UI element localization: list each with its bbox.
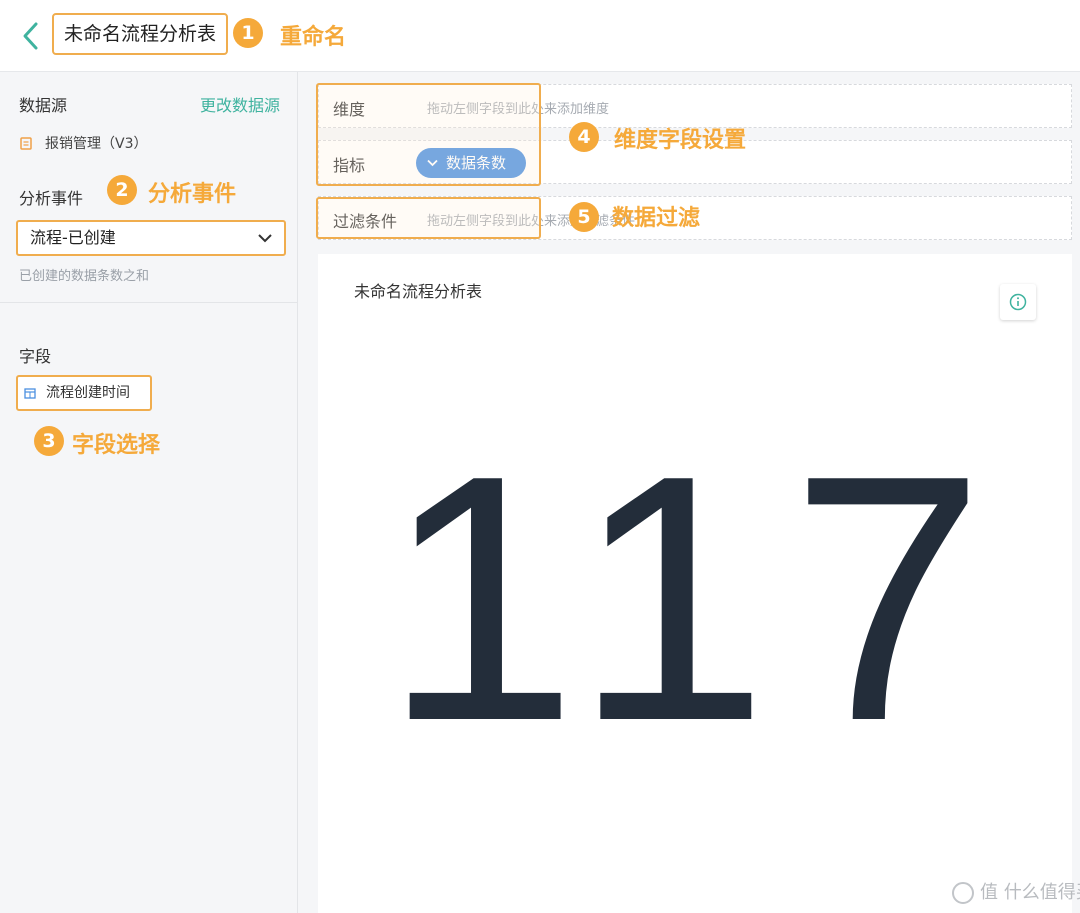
calendar-icon bbox=[24, 388, 36, 399]
chevron-down-icon bbox=[258, 234, 272, 243]
metric-pill-record-count[interactable]: 数据条数 bbox=[416, 148, 526, 178]
annotation-data-filter: 数据过滤 bbox=[612, 206, 701, 231]
fields-label: 字段 bbox=[19, 347, 52, 366]
sidebar: 数据源 更改数据源 报销管理（V3） 分析事件 2 分析事件 流程-已创建 已创… bbox=[0, 72, 298, 913]
event-label: 分析事件 bbox=[19, 189, 84, 208]
datasource-label: 数据源 bbox=[19, 96, 68, 115]
report-title-input[interactable]: 未命名流程分析表 bbox=[52, 13, 228, 55]
info-button[interactable] bbox=[1000, 284, 1036, 320]
filter-label: 过滤条件 bbox=[333, 212, 398, 231]
dimension-hint: 拖动左侧字段到此处来添加维度 bbox=[427, 102, 610, 117]
metric-label: 指标 bbox=[333, 156, 366, 175]
annotation-rename: 重命名 bbox=[280, 25, 347, 50]
card-title: 未命名流程分析表 bbox=[354, 282, 483, 301]
annotation-badge-5: 5 bbox=[569, 202, 599, 232]
form-icon bbox=[19, 135, 33, 150]
result-card: 未命名流程分析表 117 bbox=[318, 254, 1072, 913]
change-datasource-link[interactable]: 更改数据源 bbox=[200, 92, 280, 116]
chevron-down-icon bbox=[427, 159, 438, 167]
info-icon bbox=[1009, 293, 1027, 311]
annotation-dimension-setting: 维度字段设置 bbox=[614, 128, 747, 153]
annotation-event: 分析事件 bbox=[148, 182, 237, 207]
datasource-item[interactable]: 报销管理（V3） bbox=[45, 133, 147, 153]
annotation-field-select: 字段选择 bbox=[72, 433, 161, 458]
annotation-badge-2: 2 bbox=[107, 175, 137, 205]
annotation-badge-3: 3 bbox=[34, 426, 64, 456]
event-select[interactable]: 流程-已创建 bbox=[16, 220, 286, 256]
watermark-logo-icon bbox=[952, 882, 974, 904]
top-bar: 未命名流程分析表 1 重命名 bbox=[0, 0, 1080, 72]
sidebar-divider bbox=[0, 302, 298, 303]
filter-hint: 拖动左侧字段到此处来添加过滤条件 bbox=[427, 214, 636, 229]
watermark-text: 值 什么值得买 bbox=[980, 882, 1080, 903]
field-item-create-time[interactable]: 流程创建时间 bbox=[16, 375, 152, 411]
event-select-value: 流程-已创建 bbox=[30, 228, 116, 247]
dimension-label: 维度 bbox=[333, 100, 366, 119]
back-button[interactable] bbox=[18, 20, 46, 52]
field-item-label: 流程创建时间 bbox=[46, 385, 130, 401]
chevron-left-icon bbox=[23, 22, 38, 50]
watermark: 值 什么值得买 bbox=[952, 878, 1080, 904]
annotation-badge-4: 4 bbox=[569, 122, 599, 152]
annotation-badge-1: 1 bbox=[233, 18, 263, 48]
metric-value: 117 bbox=[383, 403, 1007, 794]
event-hint: 已创建的数据条数之和 bbox=[19, 269, 150, 284]
metric-pill-label: 数据条数 bbox=[446, 154, 507, 172]
